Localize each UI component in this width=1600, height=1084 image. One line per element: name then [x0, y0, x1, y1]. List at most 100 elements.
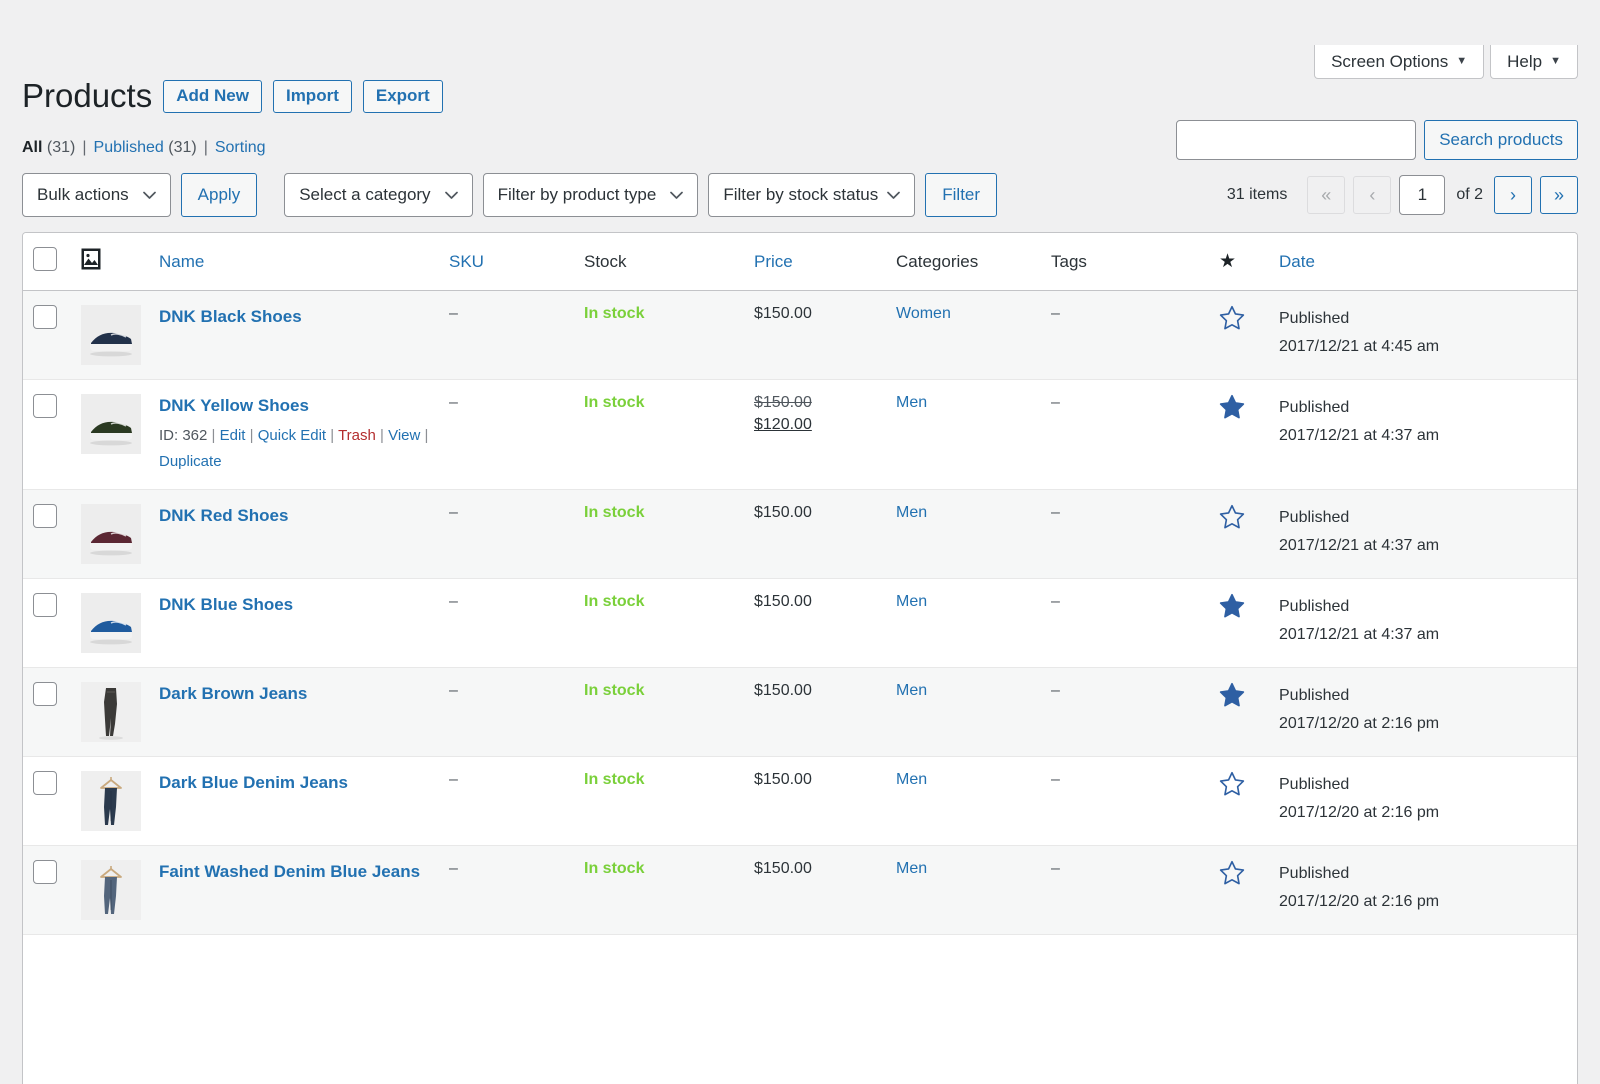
product-thumbnail[interactable] — [81, 394, 141, 454]
row-action-duplicate[interactable]: Duplicate — [159, 453, 222, 470]
product-price: $150.00 — [754, 771, 812, 788]
products-admin-page: Screen Options ▼ Help ▼ Products Add New… — [0, 0, 1600, 1084]
stock-column-header: Stock — [574, 233, 744, 291]
featured-star-icon[interactable] — [1219, 517, 1245, 534]
product-thumbnail[interactable] — [81, 305, 141, 365]
help-button[interactable]: Help ▼ — [1490, 45, 1578, 79]
row-checkbox[interactable] — [33, 305, 57, 329]
product-sku: – — [449, 771, 458, 788]
stock-status-filter-select[interactable]: Filter by stock status — [708, 173, 915, 217]
status-link-sorting[interactable]: Sorting — [215, 139, 266, 157]
pagination-current-page-input[interactable]: 1 — [1399, 175, 1445, 215]
featured-star-icon[interactable] — [1219, 873, 1245, 890]
product-date-status: Published — [1279, 682, 1567, 710]
status-link-published[interactable]: Published — [94, 139, 164, 157]
product-name-link[interactable]: DNK Blue Shoes — [159, 593, 429, 618]
row-checkbox[interactable] — [33, 504, 57, 528]
product-thumbnail[interactable] — [81, 504, 141, 564]
pagination-next-page-button[interactable]: › — [1494, 176, 1532, 214]
featured-star-icon[interactable] — [1219, 695, 1245, 712]
sku-column-header[interactable]: SKU — [439, 233, 574, 291]
stock-status: In stock — [584, 593, 644, 610]
stock-status: In stock — [584, 305, 644, 322]
row-checkbox[interactable] — [33, 682, 57, 706]
product-sku: – — [449, 394, 458, 411]
apply-button[interactable]: Apply — [181, 173, 258, 217]
row-date-cell: Published 2017/12/21 at 4:37 am — [1269, 579, 1577, 668]
featured-star-icon[interactable] — [1219, 606, 1245, 623]
select-all-checkbox[interactable] — [33, 247, 57, 271]
pagination-first-page-button[interactable]: « — [1307, 176, 1345, 214]
add-new-button[interactable]: Add New — [163, 80, 262, 113]
product-category-link[interactable]: Men — [896, 394, 927, 411]
row-checkbox[interactable] — [33, 771, 57, 795]
row-checkbox[interactable] — [33, 593, 57, 617]
chevron-down-icon: ▼ — [1456, 56, 1467, 67]
product-name-link[interactable]: Dark Blue Denim Jeans — [159, 771, 429, 796]
product-name-link[interactable]: Dark Brown Jeans — [159, 682, 429, 707]
category-filter-select[interactable]: Select a category — [284, 173, 472, 217]
row-categories-cell: Women — [886, 291, 1041, 380]
search-input[interactable] — [1176, 120, 1416, 160]
row-categories-cell: Men — [886, 668, 1041, 757]
product-name-link[interactable]: DNK Red Shoes — [159, 504, 429, 529]
product-category-link[interactable]: Men — [896, 860, 927, 877]
product-date-status: Published — [1279, 593, 1567, 621]
row-checkbox[interactable] — [33, 860, 57, 884]
row-sku-cell: – — [439, 668, 574, 757]
status-link-all[interactable]: All — [22, 139, 42, 157]
row-featured-cell — [1209, 490, 1269, 579]
product-name-link[interactable]: DNK Black Shoes — [159, 305, 429, 330]
product-thumbnail[interactable] — [81, 593, 141, 653]
products-table-container: Name SKU Stock Price Categories Tags ★ D… — [22, 232, 1578, 1084]
row-price-cell: $150.00 — [744, 490, 886, 579]
featured-star-icon[interactable] — [1219, 784, 1245, 801]
product-price-sale: $120.00 — [754, 416, 876, 434]
row-name-cell: Dark Blue Denim Jeans — [149, 757, 439, 846]
row-date-cell: Published 2017/12/20 at 2:16 pm — [1269, 846, 1577, 935]
product-category-link[interactable]: Men — [896, 682, 927, 699]
product-type-filter-select[interactable]: Filter by product type — [483, 173, 699, 217]
product-name-link[interactable]: DNK Yellow Shoes — [159, 394, 429, 419]
row-categories-cell: Men — [886, 846, 1041, 935]
page-header: Products Add New Import Export — [22, 75, 443, 118]
row-stock-cell: In stock — [574, 380, 744, 490]
row-action-quick-edit[interactable]: Quick Edit — [258, 427, 326, 444]
product-thumbnail[interactable] — [81, 860, 141, 920]
name-column-header[interactable]: Name — [149, 233, 439, 291]
search-products-button[interactable]: Search products — [1424, 120, 1578, 160]
product-category-link[interactable]: Men — [896, 504, 927, 521]
stock-status: In stock — [584, 682, 644, 699]
pagination-prev-page-button[interactable]: ‹ — [1353, 176, 1391, 214]
product-category-link[interactable]: Men — [896, 771, 927, 788]
row-name-cell: DNK Blue Shoes — [149, 579, 439, 668]
product-thumbnail[interactable] — [81, 682, 141, 742]
row-tags-cell: – — [1041, 380, 1209, 490]
screen-options-button[interactable]: Screen Options ▼ — [1314, 45, 1484, 79]
product-name-link[interactable]: Faint Washed Denim Blue Jeans — [159, 860, 429, 885]
row-name-cell: Faint Washed Denim Blue Jeans — [149, 846, 439, 935]
product-category-link[interactable]: Men — [896, 593, 927, 610]
row-tags-cell: – — [1041, 291, 1209, 380]
date-column-header[interactable]: Date — [1269, 233, 1577, 291]
featured-star-icon[interactable] — [1219, 407, 1245, 424]
import-button[interactable]: Import — [273, 80, 352, 113]
row-sku-cell: – — [439, 380, 574, 490]
export-button[interactable]: Export — [363, 80, 443, 113]
filter-button[interactable]: Filter — [925, 173, 997, 217]
row-thumbnail-cell — [71, 380, 149, 490]
product-category-link[interactable]: Women — [896, 305, 951, 322]
product-thumbnail[interactable] — [81, 771, 141, 831]
featured-star-icon[interactable] — [1219, 318, 1245, 335]
table-row: Dark Blue Denim Jeans – In stock $150.00… — [23, 757, 1577, 846]
price-column-header[interactable]: Price — [744, 233, 886, 291]
bulk-actions-select[interactable]: Bulk actions — [22, 173, 171, 217]
row-action-view[interactable]: View — [388, 427, 420, 444]
row-thumbnail-cell — [71, 490, 149, 579]
product-price: $150.00 — [754, 504, 812, 521]
row-checkbox[interactable] — [33, 394, 57, 418]
pagination-last-page-button[interactable]: » — [1540, 176, 1578, 214]
row-action-edit[interactable]: Edit — [220, 427, 246, 444]
table-header-row: Name SKU Stock Price Categories Tags ★ D… — [23, 233, 1577, 291]
row-action-trash[interactable]: Trash — [338, 427, 376, 444]
